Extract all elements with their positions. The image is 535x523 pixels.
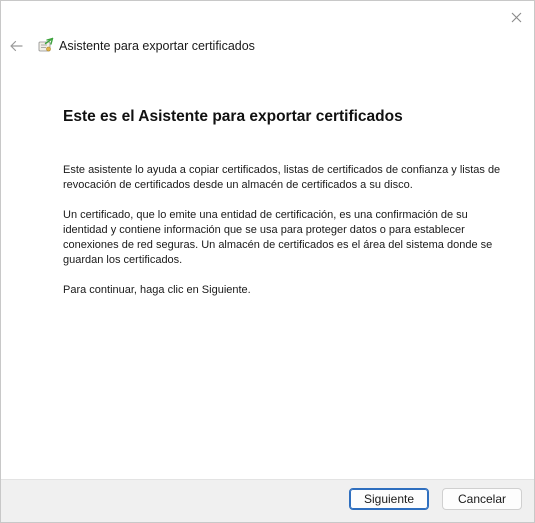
continue-instruction-paragraph: Para continuar, haga clic en Siguiente. — [63, 284, 251, 296]
back-button[interactable] — [7, 37, 25, 55]
page-heading: Este es el Asistente para exportar certi… — [63, 108, 403, 125]
certificate-description-paragraph: Un certificado, que lo emite una entidad… — [63, 209, 493, 266]
wizard-header: Asistente para exportar certificados — [7, 35, 255, 57]
next-button[interactable]: Siguiente — [349, 488, 429, 510]
close-icon — [511, 12, 521, 22]
wizard-footer: Siguiente Cancelar — [1, 479, 534, 522]
back-arrow-icon — [10, 40, 23, 52]
intro-paragraph: Este asistente lo ayuda a copiar certifi… — [63, 164, 501, 191]
certificate-wizard-icon — [37, 37, 55, 55]
export-certificate-wizard-window: Asistente para exportar certificados Est… — [0, 0, 535, 523]
wizard-content: Este es el Asistente para exportar certi… — [63, 105, 503, 298]
cancel-button[interactable]: Cancelar — [442, 488, 522, 510]
close-button[interactable] — [506, 7, 526, 27]
wizard-title: Asistente para exportar certificados — [59, 39, 255, 53]
